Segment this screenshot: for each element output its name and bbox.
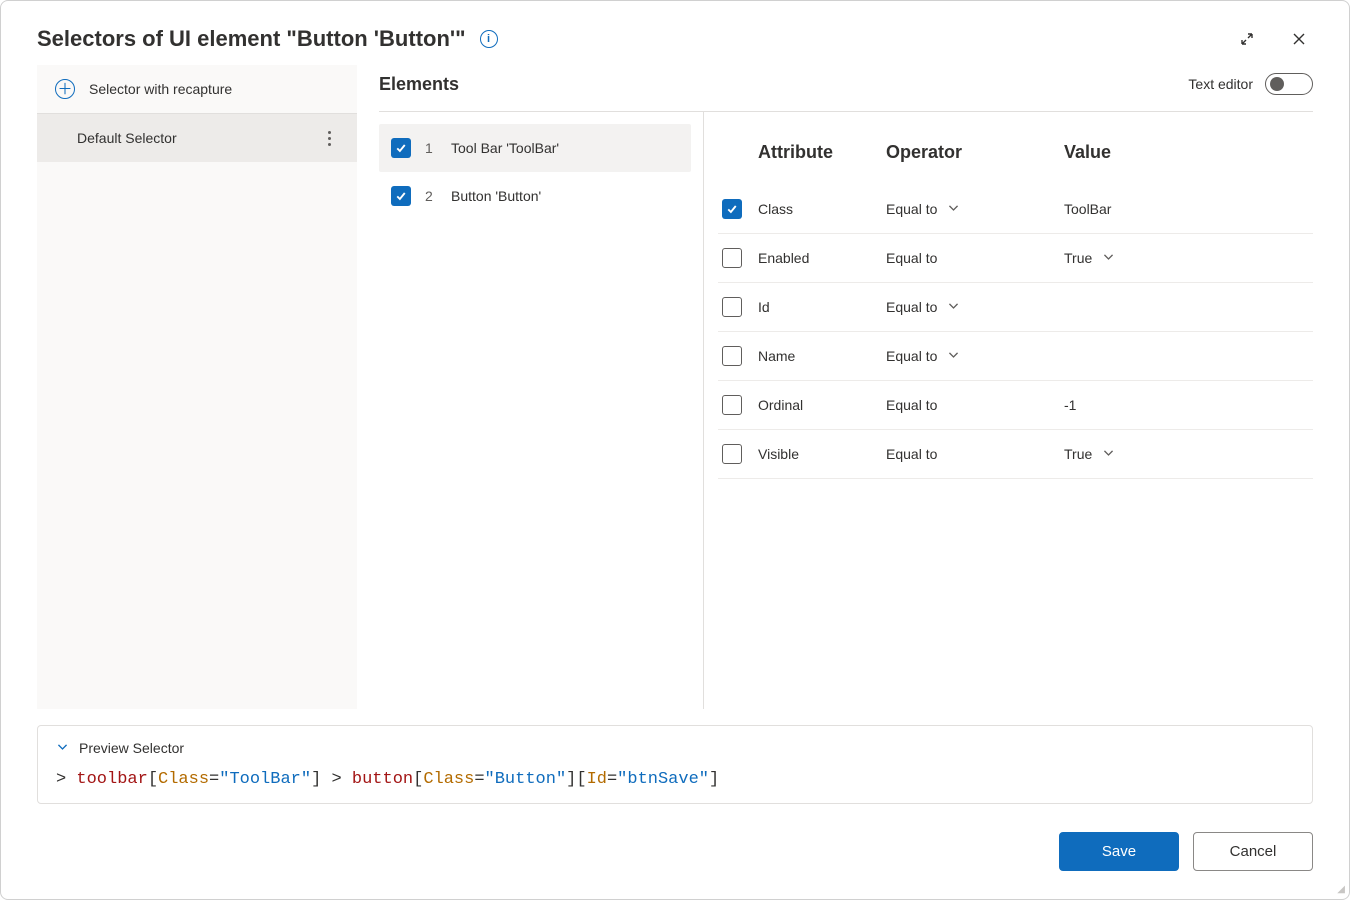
more-icon[interactable]: [319, 131, 339, 146]
chevron-down-icon: [947, 348, 960, 364]
element-label: Button 'Button': [451, 188, 541, 204]
elements-heading: Elements: [379, 74, 459, 95]
selector-token: ]: [566, 770, 576, 789]
selector-sidebar: ＋ Selector with recapture Default Select…: [37, 65, 357, 709]
chevron-down-icon: [1102, 446, 1115, 462]
selector-token: >: [56, 770, 76, 789]
checkbox-icon[interactable]: [722, 297, 742, 317]
preview-selector-text: > toolbar[Class="ToolBar"] > button[Clas…: [56, 770, 1294, 789]
chevron-down-icon: [56, 740, 69, 756]
info-icon[interactable]: i: [480, 30, 498, 48]
operator-dropdown[interactable]: Equal to: [886, 250, 1056, 266]
save-button[interactable]: Save: [1059, 832, 1179, 871]
col-operator: Operator: [886, 142, 1056, 163]
dialog-title: Selectors of UI element "Button 'Button'…: [37, 26, 466, 52]
close-icon[interactable]: [1285, 25, 1313, 53]
attribute-row: Name Equal to: [718, 332, 1313, 381]
selector-token: =: [607, 770, 617, 789]
attribute-name: Visible: [758, 446, 878, 462]
element-index: 1: [425, 140, 437, 156]
col-value: Value: [1064, 142, 1309, 163]
element-label: Tool Bar 'ToolBar': [451, 140, 559, 156]
value-field[interactable]: ToolBar: [1064, 201, 1309, 217]
col-attribute: Attribute: [758, 142, 878, 163]
checkbox-icon[interactable]: [722, 346, 742, 366]
selector-builder-dialog: Selectors of UI element "Button 'Button'…: [0, 0, 1350, 900]
value-field[interactable]: True: [1064, 250, 1309, 266]
expand-icon[interactable]: [1233, 25, 1261, 53]
titlebar: Selectors of UI element "Button 'Button'…: [1, 1, 1349, 65]
recapture-button[interactable]: ＋ Selector with recapture: [37, 65, 357, 114]
checkbox-icon[interactable]: [391, 138, 411, 158]
text-editor-label: Text editor: [1188, 76, 1253, 92]
selector-item-default[interactable]: Default Selector: [37, 114, 357, 162]
selector-token: ]: [311, 770, 321, 789]
attribute-row: Id Equal to: [718, 283, 1313, 332]
checkbox-icon[interactable]: [391, 186, 411, 206]
chevron-down-icon: [947, 299, 960, 315]
element-index: 2: [425, 188, 437, 204]
operator-dropdown[interactable]: Equal to: [886, 201, 1056, 217]
operator-dropdown[interactable]: Equal to: [886, 299, 1056, 315]
selector-token: Class: [423, 770, 474, 789]
attribute-name: Class: [758, 201, 878, 217]
selector-token: "btnSave": [617, 770, 709, 789]
selector-token: [: [413, 770, 423, 789]
text-editor-toggle-group: Text editor: [1188, 73, 1313, 95]
selector-token: Class: [158, 770, 209, 789]
attribute-name: Ordinal: [758, 397, 878, 413]
preview-toggle[interactable]: Preview Selector: [56, 740, 1294, 770]
element-row[interactable]: 2 Button 'Button': [379, 172, 691, 220]
selector-token: [: [148, 770, 158, 789]
selector-token: button: [352, 770, 413, 789]
selector-token: "Button": [485, 770, 567, 789]
recapture-label: Selector with recapture: [89, 81, 232, 97]
chevron-down-icon: [1102, 250, 1115, 266]
selector-list: Default Selector: [37, 114, 357, 709]
selector-token: ]: [709, 770, 719, 789]
operator-dropdown[interactable]: Equal to: [886, 446, 1056, 462]
preview-selector-panel: Preview Selector > toolbar[Class="ToolBa…: [37, 725, 1313, 804]
attribute-name: Id: [758, 299, 878, 315]
attribute-row: Ordinal Equal to -1: [718, 381, 1313, 430]
attribute-row: Class Equal to ToolBar: [718, 185, 1313, 234]
selector-token: =: [474, 770, 484, 789]
checkbox-icon[interactable]: [722, 199, 742, 219]
operator-dropdown[interactable]: Equal to: [886, 397, 1056, 413]
attributes-panel: Attribute Operator Value Class Equal to To…: [703, 112, 1313, 709]
chevron-down-icon: [947, 201, 960, 217]
operator-dropdown[interactable]: Equal to: [886, 348, 1056, 364]
preview-label: Preview Selector: [79, 740, 184, 756]
value-field[interactable]: -1: [1064, 397, 1309, 413]
dialog-footer: Save Cancel: [1, 804, 1349, 899]
attribute-name: Enabled: [758, 250, 878, 266]
selector-token: "ToolBar": [219, 770, 311, 789]
checkbox-icon[interactable]: [722, 395, 742, 415]
checkbox-icon[interactable]: [722, 444, 742, 464]
selector-item-label: Default Selector: [77, 130, 177, 146]
selector-token: [: [576, 770, 586, 789]
attribute-row: Enabled Equal to True: [718, 234, 1313, 283]
selector-token: Id: [587, 770, 607, 789]
selector-token: =: [209, 770, 219, 789]
attribute-name: Name: [758, 348, 878, 364]
elements-list: 1 Tool Bar 'ToolBar' 2 Button 'Button': [379, 112, 691, 709]
selector-token: toolbar: [76, 770, 147, 789]
attribute-row: Visible Equal to True: [718, 430, 1313, 479]
selector-token: >: [321, 770, 352, 789]
value-field[interactable]: True: [1064, 446, 1309, 462]
checkbox-icon[interactable]: [722, 248, 742, 268]
resize-grip[interactable]: ◢: [1337, 884, 1345, 895]
text-editor-toggle[interactable]: [1265, 73, 1313, 95]
element-row[interactable]: 1 Tool Bar 'ToolBar': [379, 124, 691, 172]
plus-icon: ＋: [55, 79, 75, 99]
cancel-button[interactable]: Cancel: [1193, 832, 1313, 871]
